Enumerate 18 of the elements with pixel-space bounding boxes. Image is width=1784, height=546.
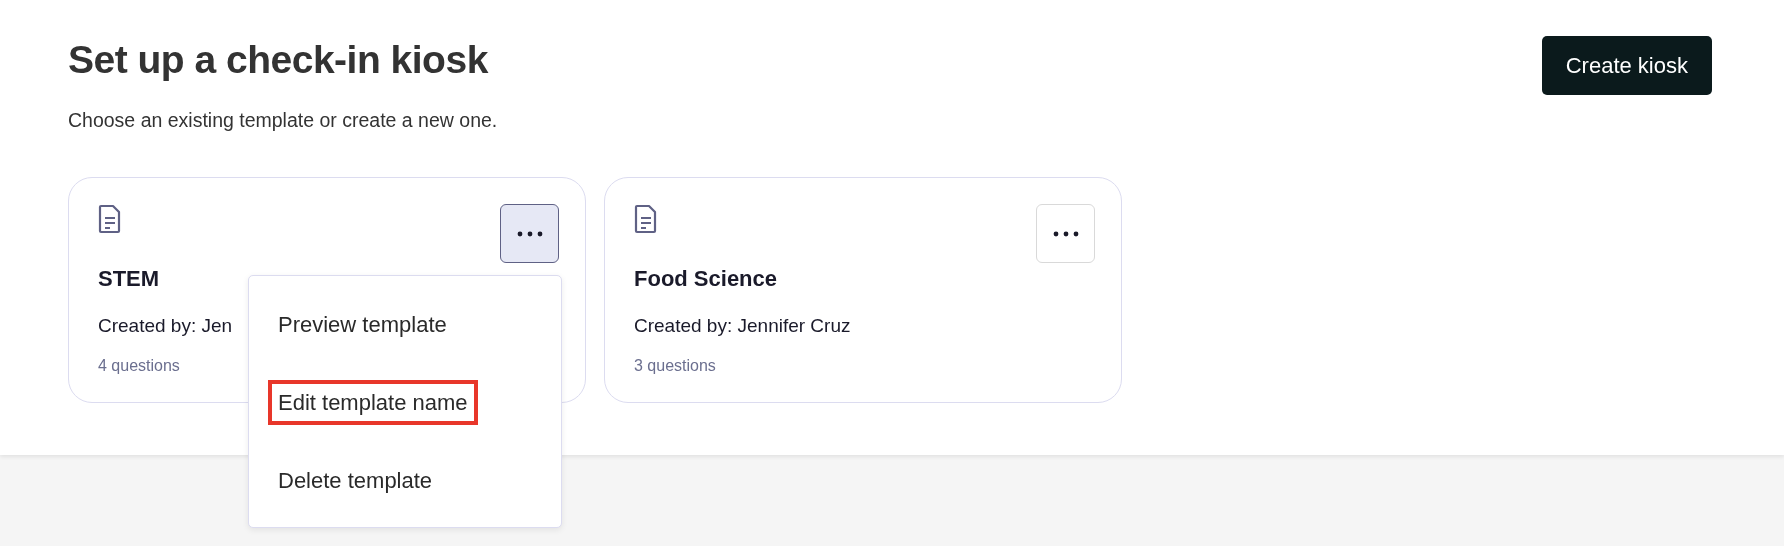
menu-item[interactable]: Delete template: [268, 458, 443, 504]
document-icon: [98, 204, 122, 235]
more-options-button[interactable]: [500, 204, 559, 264]
page-subtitle: Choose an existing template or create a new one.: [68, 108, 498, 133]
created-by-text: Created by: Jen: [98, 314, 233, 339]
menu-item[interactable]: Preview template: [268, 302, 457, 348]
create-kiosk-button[interactable]: Create kiosk: [1541, 36, 1712, 95]
template-card[interactable]: Food Science Created by: Jennifer Cruz 3 questions: [604, 177, 1122, 404]
document-icon: [634, 204, 658, 235]
ellipsis-icon: [1052, 230, 1079, 237]
question-count: 3 questions: [634, 355, 716, 376]
page-title: Set up a check-in kiosk: [68, 37, 490, 83]
ellipsis-icon: [516, 230, 543, 237]
question-count: 4 questions: [98, 355, 180, 376]
template-name: Food Science: [634, 265, 778, 294]
template-name: STEM: [98, 265, 160, 294]
created-by-text: Created by: Jennifer Cruz: [634, 314, 851, 339]
menu-item[interactable]: Edit template name: [268, 380, 478, 426]
